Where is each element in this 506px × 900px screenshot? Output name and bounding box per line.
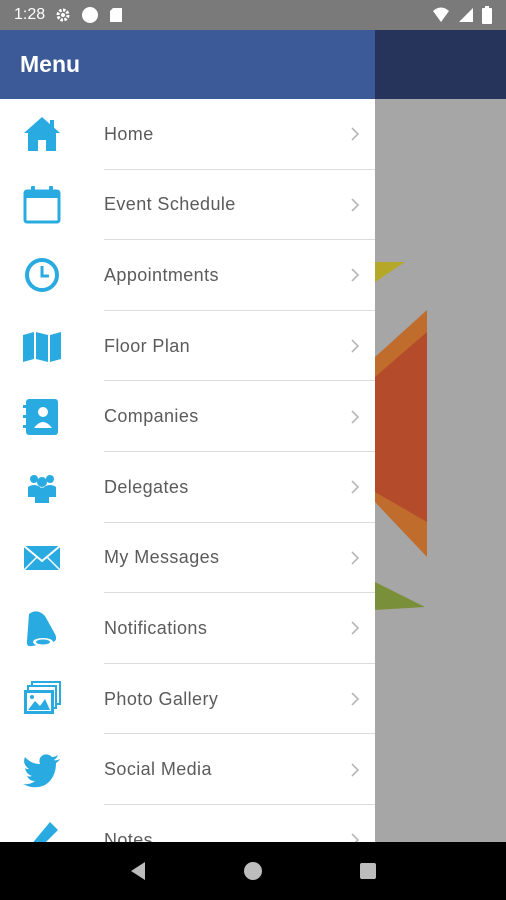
twitter-icon (0, 734, 84, 805)
menu-item-label: Companies (104, 406, 199, 427)
chevron-right-icon (335, 762, 375, 778)
menu-item-home[interactable]: Home (0, 99, 375, 170)
chevron-right-icon (335, 691, 375, 707)
menu-item-label: Floor Plan (104, 335, 191, 356)
contact-book-icon (0, 381, 84, 452)
banner-graphic (375, 262, 427, 610)
chevron-right-icon (335, 409, 375, 425)
system-nav-bar (0, 842, 506, 900)
chevron-right-icon (335, 479, 375, 495)
home-icon (0, 99, 84, 170)
recents-icon[interactable] (348, 851, 388, 891)
menu-item-label: Notifications (104, 617, 208, 638)
menu-item-label: Delegates (104, 476, 189, 497)
menu-list: Home Event Schedule Appointments Floor P… (0, 99, 375, 842)
home-circle-icon[interactable] (233, 851, 273, 891)
chevron-right-icon (335, 550, 375, 566)
circle-icon (81, 6, 99, 24)
status-time: 1:28 (14, 6, 46, 23)
chevron-right-icon (335, 267, 375, 283)
people-icon (0, 452, 84, 523)
sd-card-icon (109, 7, 123, 23)
menu-item-label: Photo Gallery (104, 688, 219, 709)
wifi-icon (432, 7, 450, 23)
bell-icon (0, 593, 84, 664)
chevron-right-icon (335, 126, 375, 142)
menu-item-companies[interactable]: Companies (0, 381, 375, 452)
chevron-right-icon (335, 338, 375, 354)
menu-item-event-schedule[interactable]: Event Schedule (0, 170, 375, 241)
menu-item-my-messages[interactable]: My Messages (0, 523, 375, 594)
menu-item-label: Social Media (104, 759, 212, 780)
drawer-header: Menu (0, 30, 375, 99)
chevron-right-icon (335, 620, 375, 636)
envelope-icon (0, 523, 84, 594)
signal-icon (458, 7, 474, 23)
navigation-drawer: Menu Home Event Schedule Appointments Fl… (0, 30, 375, 842)
chevron-right-icon (335, 197, 375, 213)
calendar-icon (0, 170, 84, 241)
menu-item-delegates[interactable]: Delegates (0, 452, 375, 523)
menu-item-notifications[interactable]: Notifications (0, 593, 375, 664)
menu-item-label: Appointments (104, 264, 219, 285)
back-icon[interactable] (118, 851, 158, 891)
gear-icon (55, 7, 71, 23)
menu-item-floor-plan[interactable]: Floor Plan (0, 311, 375, 382)
menu-item-label: My Messages (104, 547, 220, 568)
menu-item-social-media[interactable]: Social Media (0, 734, 375, 805)
map-icon (0, 311, 84, 382)
battery-icon (482, 6, 492, 24)
menu-item-appointments[interactable]: Appointments (0, 240, 375, 311)
status-bar: 1:28 (0, 0, 506, 30)
menu-item-photo-gallery[interactable]: Photo Gallery (0, 664, 375, 735)
clock-icon (0, 240, 84, 311)
pencil-icon (0, 805, 84, 842)
menu-item-label: Notes (104, 829, 154, 842)
drawer-title: Menu (20, 51, 81, 77)
menu-item-label: Event Schedule (104, 194, 236, 215)
menu-item-label: Home (104, 123, 154, 144)
menu-item-notes[interactable]: Notes (0, 805, 375, 842)
photos-icon (0, 664, 84, 735)
chevron-right-icon (335, 832, 375, 842)
